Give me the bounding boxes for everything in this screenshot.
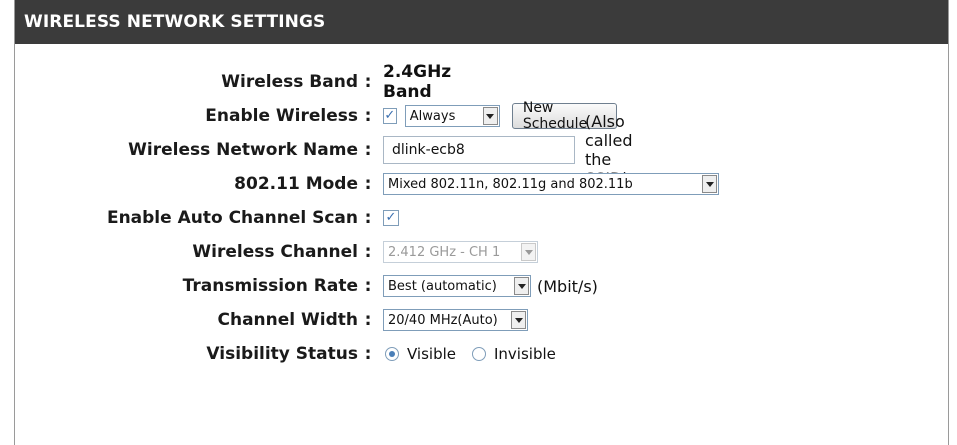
- visible-radio-label[interactable]: Visible: [407, 345, 456, 363]
- radio-selected-dot: [389, 351, 395, 357]
- schedule-select[interactable]: Always: [404, 105, 500, 127]
- tx-rate-unit: (Mbit/s): [537, 276, 598, 296]
- separator: :: [364, 276, 372, 296]
- channel-width-label: Channel Width: [217, 310, 358, 330]
- ssid-input[interactable]: [383, 136, 575, 164]
- mode-label: 802.11 Mode: [234, 174, 358, 194]
- wireless-settings-panel: WIRELESS NETWORK SETTINGS Wireless Band …: [14, 0, 949, 445]
- dropdown-arrow-icon[interactable]: [482, 107, 498, 125]
- dropdown-arrow-icon[interactable]: [521, 243, 536, 261]
- channel-width-select[interactable]: 20/40 MHz(Auto): [383, 309, 528, 331]
- mode-select-value: Mixed 802.11n, 802.11g and 802.11b: [388, 176, 633, 192]
- section-header: WIRELESS NETWORK SETTINGS: [15, 0, 948, 44]
- dropdown-arrow-icon[interactable]: [514, 277, 529, 295]
- enable-wireless-checkbox[interactable]: ✓: [383, 108, 397, 124]
- mode-select[interactable]: Mixed 802.11n, 802.11g and 802.11b: [383, 173, 719, 195]
- tx-rate-label: Transmission Rate: [182, 276, 358, 296]
- separator: :: [364, 72, 372, 92]
- tx-rate-controls: Best (automatic) (Mbit/s): [383, 269, 598, 303]
- visibility-label: Visibility Status: [206, 344, 358, 364]
- separator: :: [364, 208, 372, 228]
- invisible-radio-label[interactable]: Invisible: [494, 345, 556, 363]
- separator: :: [364, 106, 372, 126]
- network-name-label: Wireless Network Name: [128, 140, 358, 160]
- auto-channel-controls: ✓: [383, 201, 407, 235]
- separator: :: [364, 174, 372, 194]
- auto-channel-checkbox[interactable]: ✓: [383, 210, 399, 226]
- visibility-controls: Visible Invisible: [383, 337, 570, 371]
- channel-width-controls: 20/40 MHz(Auto): [383, 303, 528, 337]
- visible-radio[interactable]: [385, 347, 399, 361]
- channel-select[interactable]: 2.412 GHz - CH 1: [383, 241, 538, 263]
- mode-controls: Mixed 802.11n, 802.11g and 802.11b: [383, 167, 719, 201]
- enable-wireless-controls: ✓ Always New Schedule: [383, 99, 618, 133]
- invisible-radio[interactable]: [472, 347, 486, 361]
- separator: :: [364, 344, 372, 364]
- dropdown-arrow-icon[interactable]: [511, 311, 526, 329]
- channel-select-value: 2.412 GHz - CH 1: [388, 244, 501, 260]
- separator: :: [364, 242, 372, 262]
- channel-width-select-value: 20/40 MHz(Auto): [388, 312, 498, 328]
- enable-wireless-label: Enable Wireless: [205, 106, 358, 126]
- tx-rate-select[interactable]: Best (automatic): [383, 275, 531, 297]
- tx-rate-select-value: Best (automatic): [388, 278, 497, 294]
- network-name-controls: (Also called the SSID): [383, 112, 647, 188]
- schedule-select-value: Always: [409, 108, 456, 124]
- wireless-band-label: Wireless Band: [221, 72, 358, 92]
- auto-channel-label: Enable Auto Channel Scan: [106, 208, 358, 228]
- channel-controls: 2.412 GHz - CH 1: [383, 235, 538, 269]
- dropdown-arrow-icon[interactable]: [702, 175, 717, 193]
- wireless-band-value: 2.4GHz Band: [383, 62, 452, 102]
- channel-label: Wireless Channel: [192, 242, 358, 262]
- separator: :: [364, 310, 372, 330]
- separator: :: [364, 140, 372, 160]
